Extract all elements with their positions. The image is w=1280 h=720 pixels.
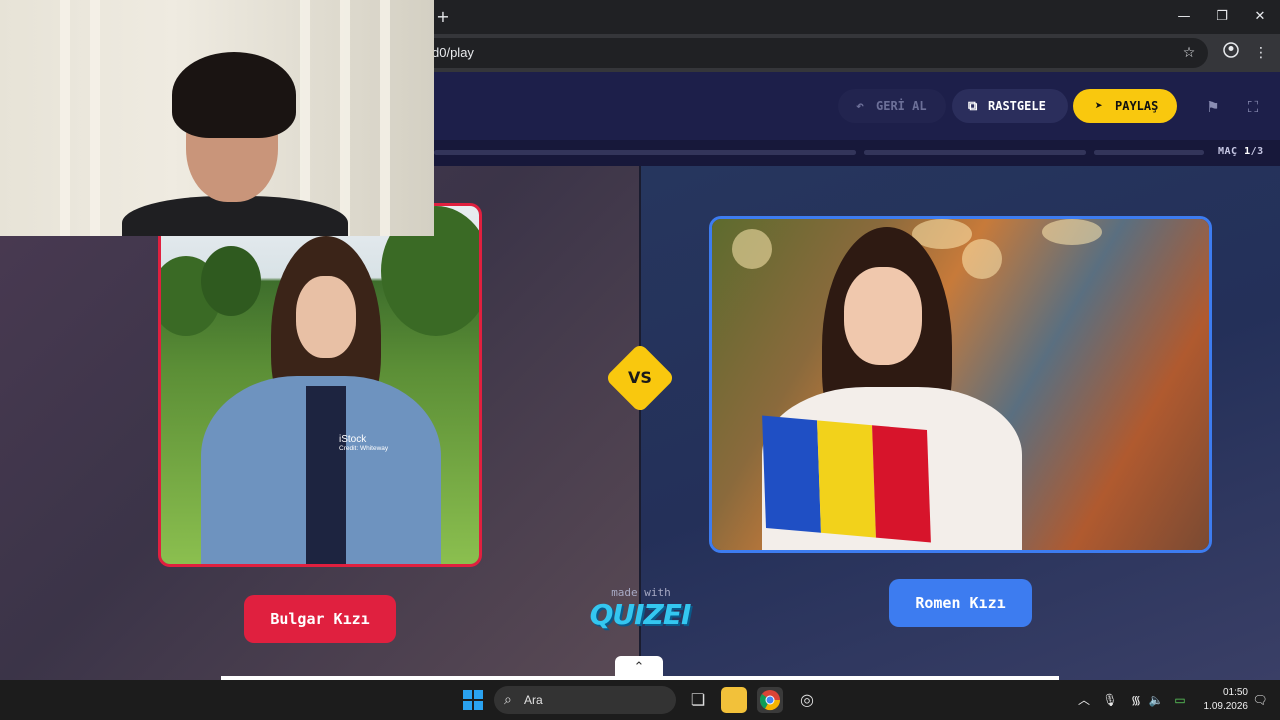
duel-arena: iStock Credit: Whiteway VS Bulgar Kızı R… (0, 166, 1280, 680)
windows-start-icon[interactable] (463, 690, 483, 710)
right-option-card[interactable] (709, 216, 1212, 553)
match-total: /3 (1250, 146, 1264, 157)
vs-label: VS (628, 368, 652, 387)
obs-icon[interactable]: ◎ (794, 687, 820, 713)
match-prefix: MAÇ (1218, 146, 1238, 157)
romania-flag (762, 415, 931, 543)
file-explorer-icon[interactable] (721, 687, 747, 713)
windows-taskbar: ⌕ Ara ❏ ◎ ︿ 🎙 ᯾ 🔈 ▭ 01:50 1.09.2026 🗨 (0, 680, 1280, 720)
random-button[interactable]: ⧉ RASTGELE (952, 89, 1068, 123)
report-flag-icon[interactable]: ⚑ (1202, 96, 1224, 118)
profile-icon[interactable] (1220, 42, 1242, 64)
battery-icon[interactable]: ▭ (1170, 690, 1190, 710)
undo-label: GERİ AL (876, 99, 927, 113)
fullscreen-icon[interactable]: ⛶ (1242, 96, 1264, 118)
system-clock[interactable]: 01:50 1.09.2026 (1196, 686, 1249, 714)
share-label: PAYLAŞ (1115, 99, 1159, 113)
match-counter: MAÇ 1/3 (1218, 146, 1264, 157)
right-option-button[interactable]: Romen Kızı (889, 579, 1032, 627)
minimize-button[interactable]: — (1171, 6, 1197, 28)
bookmark-star-icon[interactable]: ☆ (1178, 42, 1200, 64)
istock-watermark: iStock Credit: Whiteway (339, 434, 389, 452)
undo-button[interactable]: ↶ GERİ AL (838, 89, 946, 123)
taskbar-search-label: Ara (524, 693, 543, 707)
task-view-icon[interactable]: ❏ (685, 687, 711, 713)
left-option-button[interactable]: Bulgar Kızı (244, 595, 396, 643)
undo-icon: ↶ (856, 99, 864, 114)
new-tab-button[interactable]: + (434, 6, 452, 28)
progress-segment (1094, 150, 1204, 155)
share-button[interactable]: ➤ PAYLAŞ (1073, 89, 1177, 123)
search-icon: ⌕ (504, 692, 512, 708)
chrome-icon[interactable] (757, 687, 783, 713)
webcam-overlay (0, 0, 434, 236)
wifi-icon[interactable]: ᯾ (1126, 690, 1146, 710)
send-icon: ➤ (1095, 99, 1103, 114)
clock-time: 01:50 (1222, 687, 1248, 698)
notification-icon[interactable]: 🗨 (1250, 690, 1270, 710)
maximize-button[interactable]: ❐ (1209, 6, 1235, 28)
left-option-photo: iStock Credit: Whiteway (161, 206, 479, 564)
clock-date: 1.09.2026 (1203, 701, 1249, 712)
quizei-logo[interactable]: QUIZEI (584, 598, 696, 631)
progress-segment (434, 150, 856, 155)
random-label: RASTGELE (988, 99, 1046, 113)
close-button[interactable]: ✕ (1247, 6, 1273, 28)
browser-menu-icon[interactable]: ⋮ (1250, 42, 1272, 64)
url-text: d0/play (432, 45, 474, 60)
left-option-card[interactable]: iStock Credit: Whiteway (158, 203, 482, 567)
address-bar[interactable]: d0/play (412, 38, 1208, 68)
shuffle-icon: ⧉ (968, 99, 978, 114)
microphone-icon[interactable]: 🎙 (1100, 690, 1120, 710)
progress-segment (864, 150, 1086, 155)
volume-icon[interactable]: 🔈 (1146, 690, 1166, 710)
right-option-photo (712, 219, 1209, 550)
taskbar-search[interactable]: ⌕ Ara (494, 686, 676, 714)
tray-chevron-icon[interactable]: ︿ (1074, 690, 1094, 710)
